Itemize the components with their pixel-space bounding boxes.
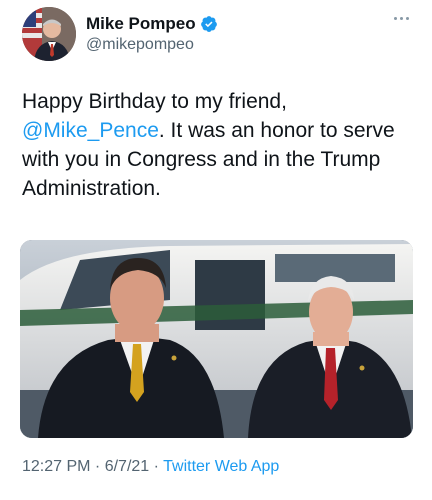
meta-separator: ·: [149, 458, 164, 475]
tweet-text: Happy Birthday to my friend, @Mike_Pence…: [22, 87, 418, 203]
display-name[interactable]: Mike Pompeo: [86, 13, 196, 34]
more-dot: [406, 16, 409, 20]
tweet-photo[interactable]: [20, 240, 413, 438]
verified-badge-icon: [200, 15, 218, 33]
tweet-date[interactable]: 6/7/21: [105, 458, 149, 475]
tweet-header: Mike Pompeo @mikepompeo: [22, 6, 414, 62]
tweet-card: Mike Pompeo @mikepompeo Happy Birthday t…: [0, 0, 432, 500]
avatar[interactable]: [22, 7, 76, 61]
author-names: Mike Pompeo @mikepompeo: [86, 13, 218, 54]
tweet-text-before: Happy Birthday to my friend,: [22, 90, 287, 113]
tweet-source[interactable]: Twitter Web App: [163, 458, 279, 475]
name-row: Mike Pompeo: [86, 13, 218, 34]
tweet-time[interactable]: 12:27 PM: [22, 458, 90, 475]
tweet-meta: 12:27 PM · 6/7/21 · Twitter Web App: [22, 458, 279, 476]
more-options-icon[interactable]: [394, 14, 410, 22]
mention-link[interactable]: @Mike_Pence: [22, 119, 159, 142]
more-dot: [400, 16, 403, 20]
meta-separator: ·: [90, 458, 105, 475]
author-handle[interactable]: @mikepompeo: [86, 35, 218, 55]
more-dot: [394, 16, 397, 20]
